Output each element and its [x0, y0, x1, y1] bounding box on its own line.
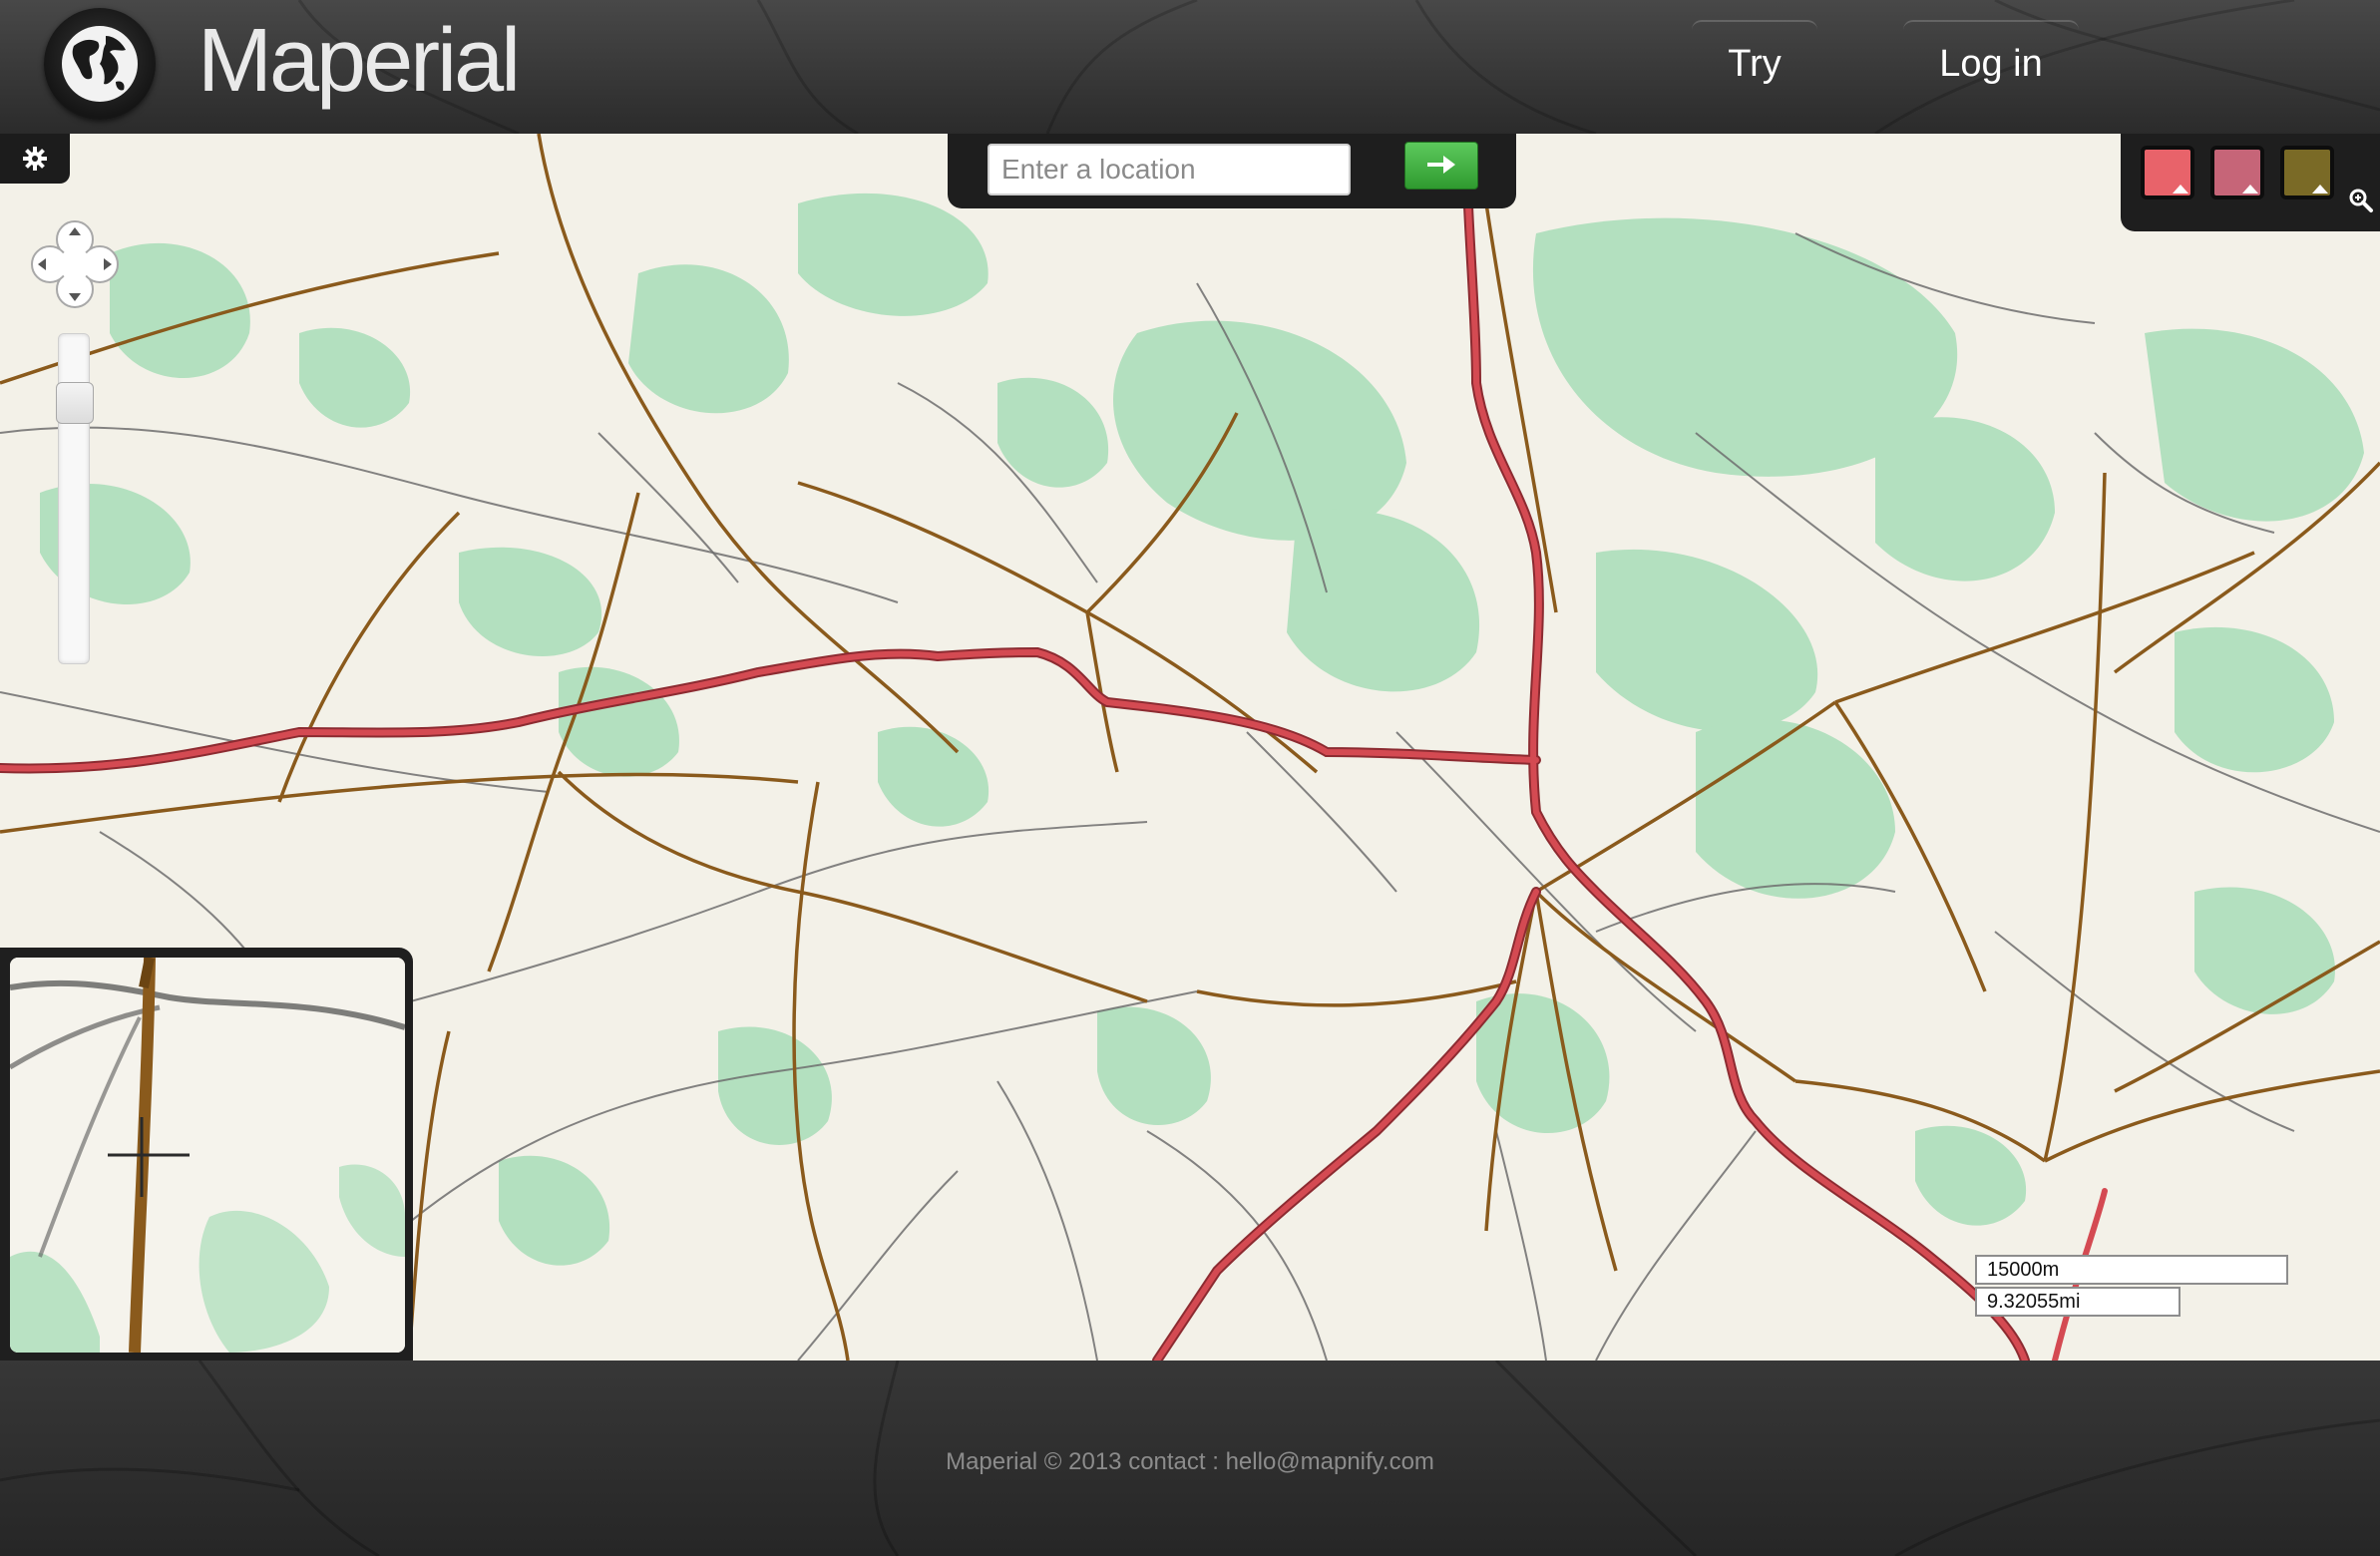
location-search-input[interactable] [988, 144, 1351, 195]
app-header: Maperial Try Log in [0, 0, 2380, 134]
zoom-slider-handle[interactable] [56, 382, 94, 424]
map-canvas[interactable]: 15000m 9.32055mi [0, 134, 2380, 1361]
search-go-button[interactable] [1404, 142, 1478, 190]
style-swatch-pink[interactable] [2210, 146, 2264, 199]
style-swatch-olive[interactable] [2280, 146, 2334, 199]
globe-logo-icon[interactable] [44, 8, 156, 120]
footer-copyright: Maperial © 2013 contact : hello@mapnify.… [946, 1448, 1434, 1475]
scale-miles: 9.32055mi [1975, 1287, 2181, 1317]
dropdown-triangle-icon [2173, 185, 2188, 194]
style-panel [2121, 134, 2380, 231]
login-button[interactable]: Log in [1903, 20, 2079, 106]
scale-meters: 15000m [1975, 1255, 2288, 1285]
app-title[interactable]: Maperial [198, 10, 521, 113]
magnifier-view [10, 958, 405, 1353]
try-button[interactable]: Try [1692, 20, 1817, 106]
magnifier-panel [0, 948, 413, 1361]
settings-button[interactable] [0, 134, 70, 184]
arrow-right-icon [1427, 156, 1455, 174]
dropdown-triangle-icon [2242, 185, 2258, 194]
pan-control-icon[interactable] [30, 219, 120, 309]
magnifier-zoom-icon[interactable] [2348, 188, 2374, 213]
gear-icon [23, 147, 47, 171]
style-swatch-red[interactable] [2141, 146, 2194, 199]
search-panel [948, 134, 1516, 208]
app-footer: Maperial © 2013 contact : hello@mapnify.… [0, 1361, 2380, 1556]
dropdown-triangle-icon [2312, 185, 2328, 194]
zoom-slider[interactable] [56, 333, 94, 664]
